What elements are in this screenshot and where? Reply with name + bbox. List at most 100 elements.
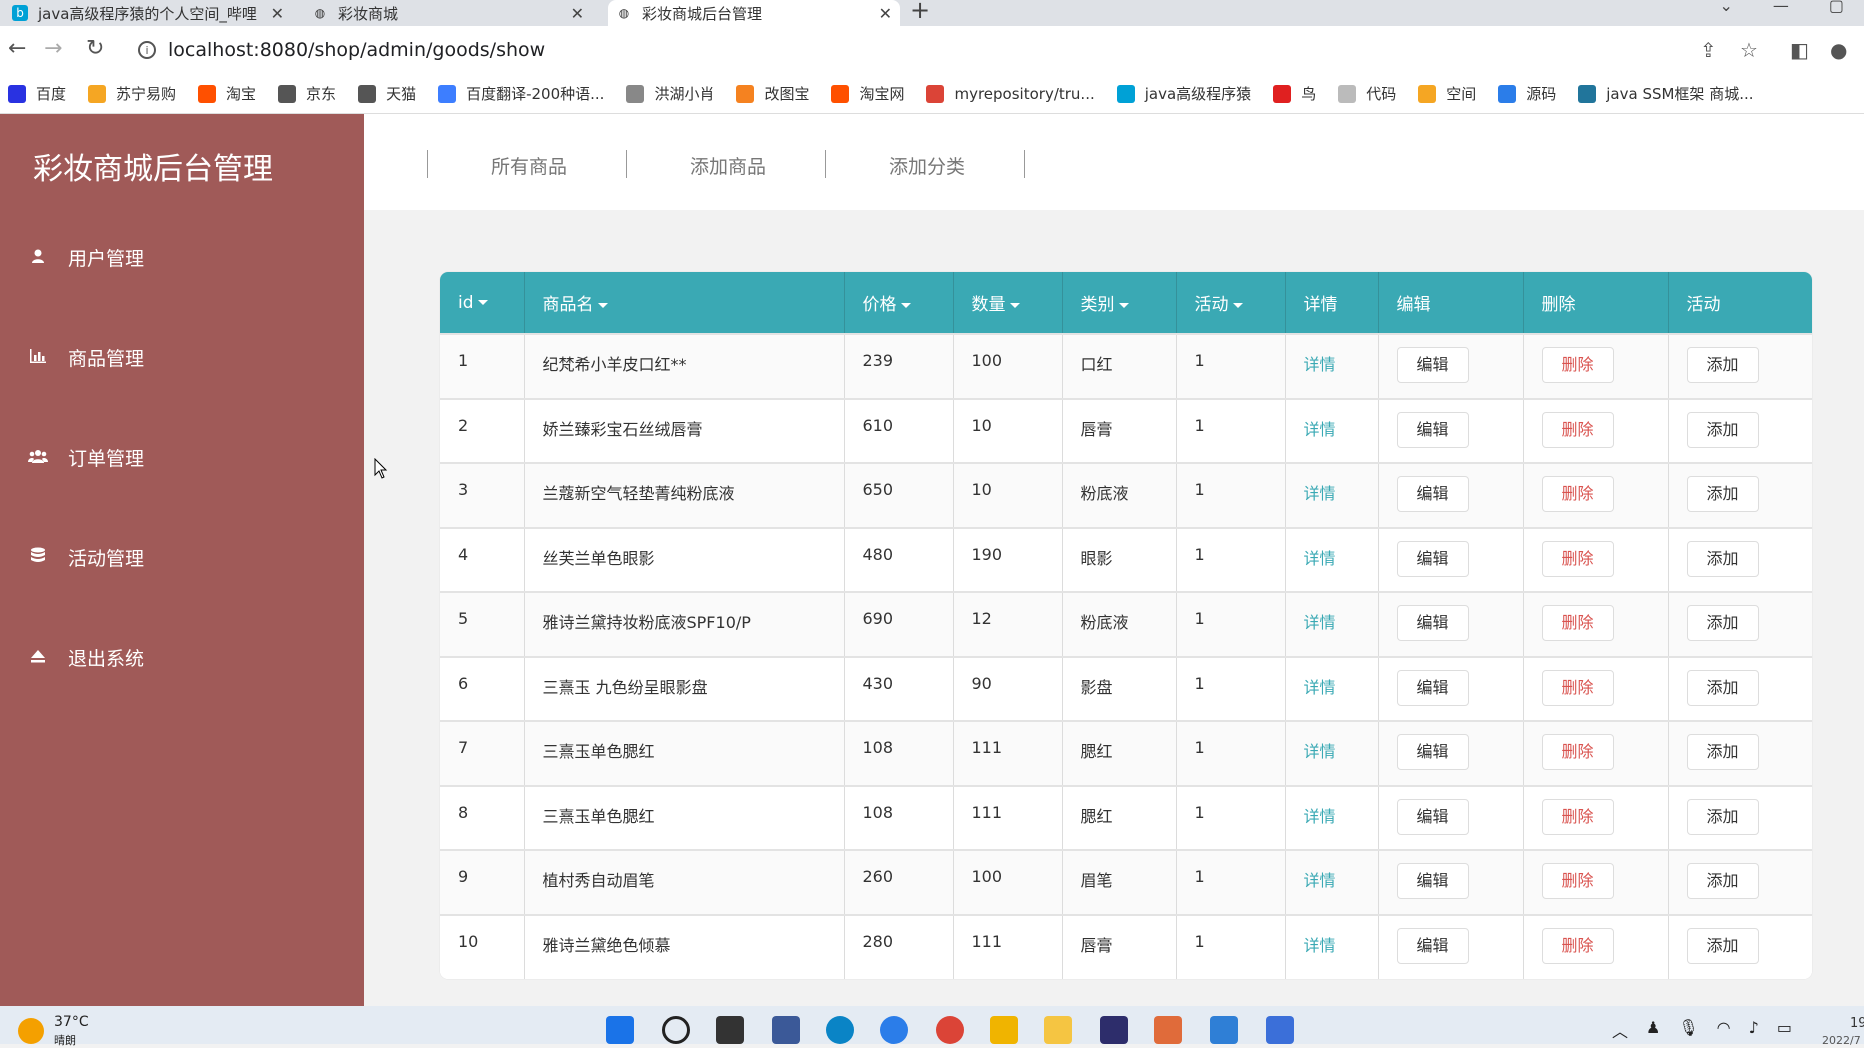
edit-button[interactable]: 编辑: [1396, 863, 1469, 899]
maximize-icon[interactable]: ▢: [1829, 0, 1844, 15]
add-activity-button[interactable]: 添加: [1686, 863, 1759, 899]
wifi-icon[interactable]: ◠: [1717, 1018, 1731, 1042]
minimize-icon[interactable]: —: [1773, 0, 1789, 15]
info-icon[interactable]: i: [138, 41, 156, 59]
close-icon[interactable]: ✕: [271, 4, 284, 23]
add-activity-button[interactable]: 添加: [1686, 476, 1759, 512]
edit-button[interactable]: 编辑: [1396, 605, 1469, 641]
delete-button[interactable]: 删除: [1541, 347, 1614, 383]
add-activity-button[interactable]: 添加: [1686, 347, 1759, 383]
profile-icon[interactable]: ●: [1830, 38, 1847, 62]
bookmark-item[interactable]: 百度翻译-200种语...: [438, 83, 604, 104]
close-icon[interactable]: ✕: [879, 4, 892, 23]
column-header[interactable]: id: [440, 272, 525, 334]
tab-bilibili[interactable]: b java高级程序猿的个人空间_哔哩 ✕: [12, 0, 292, 26]
forward-icon[interactable]: →: [44, 36, 62, 61]
bookmark-item[interactable]: 淘宝网: [831, 83, 904, 104]
bookmark-item[interactable]: 淘宝: [198, 83, 256, 104]
app-icon[interactable]: [1044, 1016, 1072, 1044]
delete-button[interactable]: 删除: [1541, 540, 1614, 577]
edit-button[interactable]: 编辑: [1396, 347, 1469, 383]
add-activity-button[interactable]: 添加: [1686, 734, 1759, 770]
delete-button[interactable]: 删除: [1541, 476, 1614, 512]
detail-link[interactable]: 详情: [1304, 613, 1336, 632]
share-icon[interactable]: ⇪: [1700, 38, 1717, 62]
folder-icon[interactable]: [990, 1016, 1018, 1044]
bookmark-item[interactable]: 京东: [278, 83, 336, 104]
detail-link[interactable]: 详情: [1304, 678, 1336, 697]
add-activity-button[interactable]: 添加: [1686, 540, 1759, 577]
nav-add-goods[interactable]: 添加商品: [690, 152, 766, 179]
detail-link[interactable]: 详情: [1304, 420, 1336, 439]
close-icon[interactable]: ✕: [571, 4, 584, 23]
address-bar[interactable]: i localhost:8080/shop/admin/goods/show: [130, 32, 1760, 68]
column-header[interactable]: 数量: [953, 272, 1063, 334]
bookmark-item[interactable]: 天猫: [358, 83, 416, 104]
detail-link[interactable]: 详情: [1304, 549, 1336, 568]
search-icon[interactable]: [662, 1016, 690, 1044]
edge-icon[interactable]: [826, 1016, 854, 1044]
new-tab-icon[interactable]: +: [910, 0, 930, 24]
nav-all-goods[interactable]: 所有商品: [491, 152, 567, 179]
column-header[interactable]: 类别: [1062, 272, 1177, 334]
microphone-icon[interactable]: 🎙: [1678, 1018, 1698, 1042]
add-activity-button[interactable]: 添加: [1686, 669, 1759, 706]
tab-admin[interactable]: ◍ 彩妆商城后台管理 ✕: [608, 0, 900, 26]
edit-button[interactable]: 编辑: [1396, 927, 1469, 964]
app-icon[interactable]: [772, 1016, 800, 1044]
bookmark-item[interactable]: myrepository/tru...: [926, 84, 1095, 103]
delete-button[interactable]: 删除: [1541, 411, 1614, 448]
edit-button[interactable]: 编辑: [1396, 411, 1469, 448]
bookmark-item[interactable]: 改图宝: [736, 83, 809, 104]
delete-button[interactable]: 删除: [1541, 605, 1614, 641]
sidebar-item-users[interactable]: 用户管理: [28, 244, 144, 271]
intellij-icon[interactable]: [1100, 1016, 1128, 1044]
edit-button[interactable]: 编辑: [1396, 798, 1469, 835]
detail-link[interactable]: 详情: [1304, 936, 1336, 955]
add-activity-button[interactable]: 添加: [1686, 798, 1759, 835]
edit-button[interactable]: 编辑: [1396, 540, 1469, 577]
windows-start-icon[interactable]: [606, 1016, 634, 1044]
detail-link[interactable]: 详情: [1304, 484, 1336, 503]
chrome-icon[interactable]: [936, 1016, 964, 1044]
detail-link[interactable]: 详情: [1304, 355, 1336, 374]
delete-button[interactable]: 删除: [1541, 927, 1614, 964]
back-icon[interactable]: ←: [8, 36, 26, 61]
edit-button[interactable]: 编辑: [1396, 476, 1469, 512]
bookmark-item[interactable]: java高级程序猿: [1116, 83, 1251, 104]
chevron-down-icon[interactable]: ⌄: [1719, 0, 1732, 15]
detail-link[interactable]: 详情: [1304, 807, 1336, 826]
bookmark-item[interactable]: 百度: [8, 83, 66, 104]
task-view-icon[interactable]: [716, 1016, 744, 1044]
delete-button[interactable]: 删除: [1541, 863, 1614, 899]
bookmark-item[interactable]: 苏宁易购: [88, 83, 176, 104]
notepad-icon[interactable]: [1266, 1016, 1294, 1044]
sidebar-item-goods[interactable]: 商品管理: [28, 344, 144, 371]
column-header[interactable]: 价格: [844, 272, 954, 334]
bookmark-item[interactable]: 源码: [1498, 83, 1556, 104]
bookmark-item[interactable]: java SSM框架 商城...: [1578, 83, 1754, 104]
edit-button[interactable]: 编辑: [1396, 734, 1469, 770]
sidebar-item-orders[interactable]: 订单管理: [28, 444, 144, 471]
add-activity-button[interactable]: 添加: [1686, 927, 1759, 964]
reload-icon[interactable]: ↻: [86, 36, 104, 61]
bookmark-item[interactable]: 洪湖小肖: [626, 83, 714, 104]
bookmark-item[interactable]: 空间: [1418, 83, 1476, 104]
add-activity-button[interactable]: 添加: [1686, 605, 1759, 641]
chevron-up-icon[interactable]: ︿: [1612, 1018, 1628, 1042]
app-icon[interactable]: [1154, 1016, 1182, 1044]
sidebar-item-activities[interactable]: 活动管理: [28, 544, 144, 571]
delete-button[interactable]: 删除: [1541, 798, 1614, 835]
volume-icon[interactable]: ♪: [1749, 1018, 1759, 1042]
bookmark-item[interactable]: 鸟: [1273, 83, 1316, 104]
detail-link[interactable]: 详情: [1304, 871, 1336, 890]
detail-link[interactable]: 详情: [1304, 742, 1336, 761]
ie-icon[interactable]: [880, 1016, 908, 1044]
url-text[interactable]: localhost:8080/shop/admin/goods/show: [168, 39, 545, 61]
photos-icon[interactable]: [1210, 1016, 1238, 1044]
sidebar-icon[interactable]: ◧: [1790, 38, 1809, 62]
nav-add-category[interactable]: 添加分类: [889, 152, 965, 179]
delete-button[interactable]: 删除: [1541, 734, 1614, 770]
column-header[interactable]: 活动: [1176, 272, 1286, 334]
add-activity-button[interactable]: 添加: [1686, 411, 1759, 448]
